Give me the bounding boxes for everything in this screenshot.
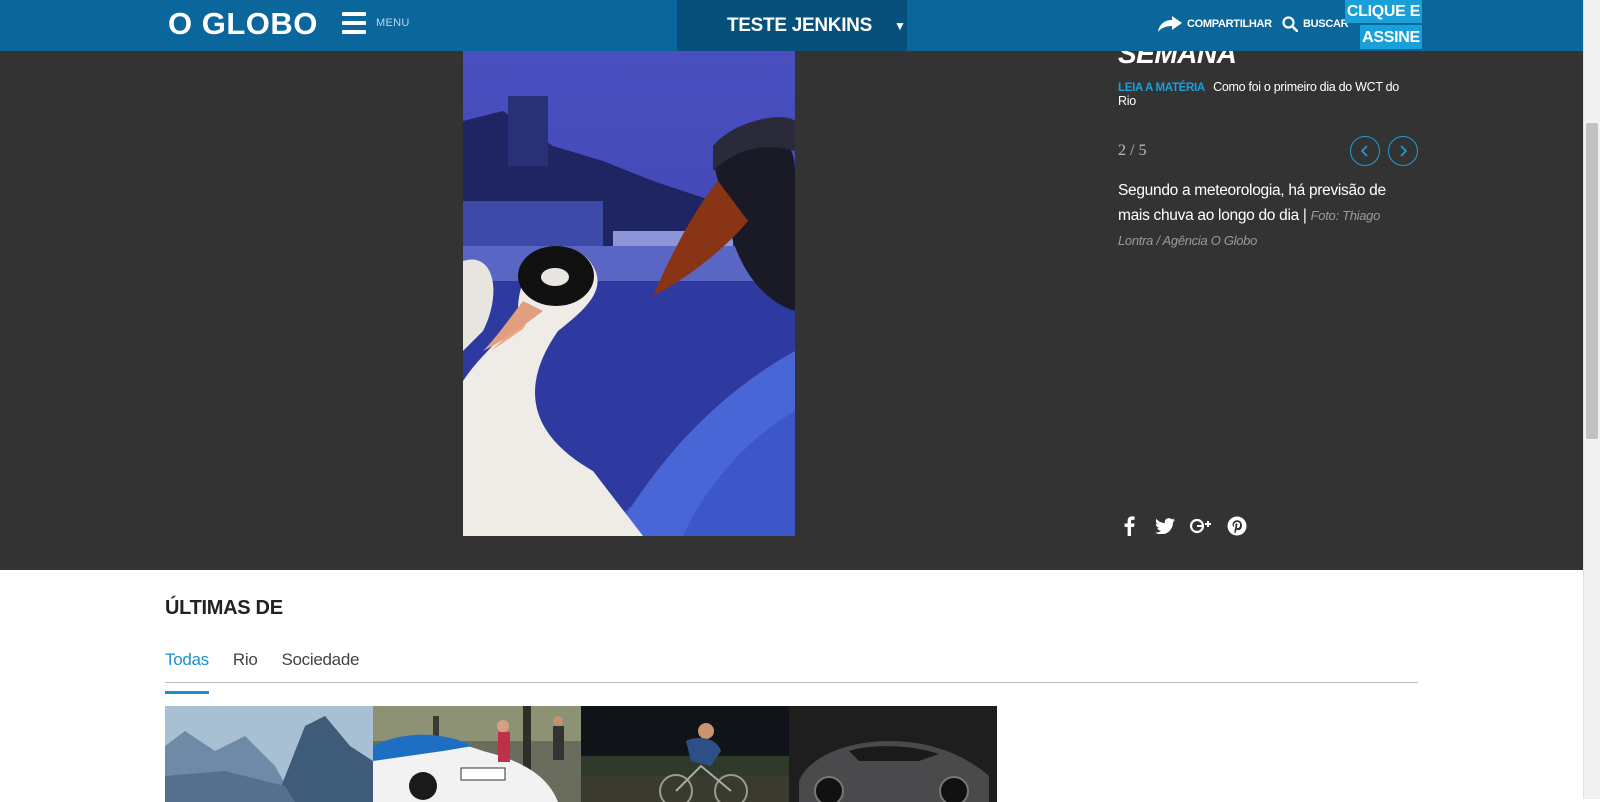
share-label: COMPARTILHAR (1187, 18, 1272, 30)
scrollbar-thumb[interactable] (1586, 123, 1598, 439)
subscribe-button[interactable]: CLIQUE E ASSINE (1345, 0, 1422, 49)
section-title: TESTE JENKINS (727, 14, 872, 36)
swan-boats-image (463, 51, 795, 536)
gallery-photo[interactable] (463, 51, 795, 536)
latest-tabs: Todas Rio Sociedade (165, 650, 1418, 694)
chevron-right-icon (1400, 145, 1408, 157)
latest-news-section: ÚLTIMAS DE Todas Rio Sociedade (165, 570, 1418, 802)
chevron-left-icon (1360, 145, 1368, 157)
facebook-icon[interactable] (1118, 515, 1140, 537)
photo-caption: Segundo a meteorologia, há previsão de m… (1118, 178, 1418, 253)
site-logo[interactable]: O GLOBO (168, 6, 318, 42)
menu-label: MENU (376, 17, 410, 29)
section-dropdown[interactable]: TESTE JENKINS ▼ (677, 0, 907, 51)
share-arrow-icon (1158, 16, 1182, 32)
caret-down-icon: ▼ (893, 18, 906, 33)
search-label: BUSCAR (1303, 18, 1349, 30)
thumbnail-mountains[interactable] (165, 706, 373, 802)
gallery-sidebar: SEMANA LEIA A MATÉRIA Como foi o primeir… (1118, 38, 1418, 253)
pinterest-icon[interactable] (1226, 515, 1248, 537)
search-button[interactable]: BUSCAR (1282, 16, 1349, 32)
tab-rio[interactable]: Rio (233, 650, 258, 682)
subscribe-line1: CLIQUE E (1345, 0, 1422, 23)
social-share-bar (1118, 515, 1248, 537)
latest-title: ÚLTIMAS DE (165, 597, 283, 619)
next-slide-button[interactable] (1388, 136, 1418, 166)
slide-counter: 2 / 5 (1118, 142, 1147, 159)
gallery-nav (1350, 136, 1418, 166)
search-icon (1282, 16, 1298, 32)
thumbnail-police-car[interactable] (373, 706, 581, 802)
photo-gallery: SEMANA LEIA A MATÉRIA Como foi o primeir… (0, 0, 1583, 570)
share-button[interactable]: COMPARTILHAR (1158, 16, 1272, 32)
site-header: O GLOBO MENU TESTE JENKINS ▼ COMPARTILHA… (0, 0, 1583, 51)
cyclist-photo (581, 706, 789, 802)
twitter-icon[interactable] (1154, 515, 1176, 537)
subscribe-line2: ASSINE (1360, 23, 1422, 49)
read-more: LEIA A MATÉRIA Como foi o primeiro dia d… (1118, 80, 1418, 108)
latest-thumbnails (165, 706, 997, 802)
google-plus-icon[interactable] (1190, 515, 1212, 537)
read-more-tag: LEIA A MATÉRIA (1118, 82, 1205, 94)
page-scrollbar[interactable] (1583, 0, 1600, 799)
menu-button[interactable]: MENU (342, 12, 410, 34)
thumbnail-cyclist[interactable] (581, 706, 789, 802)
hamburger-icon (342, 12, 366, 34)
car-photo (789, 706, 997, 802)
tab-sociedade[interactable]: Sociedade (281, 650, 359, 682)
prev-slide-button[interactable] (1350, 136, 1380, 166)
mountains-photo (165, 706, 373, 802)
police-car-photo (373, 706, 581, 802)
tab-todas[interactable]: Todas (165, 650, 209, 694)
thumbnail-car[interactable] (789, 706, 997, 802)
gallery-pager: 2 / 5 (1118, 136, 1418, 166)
